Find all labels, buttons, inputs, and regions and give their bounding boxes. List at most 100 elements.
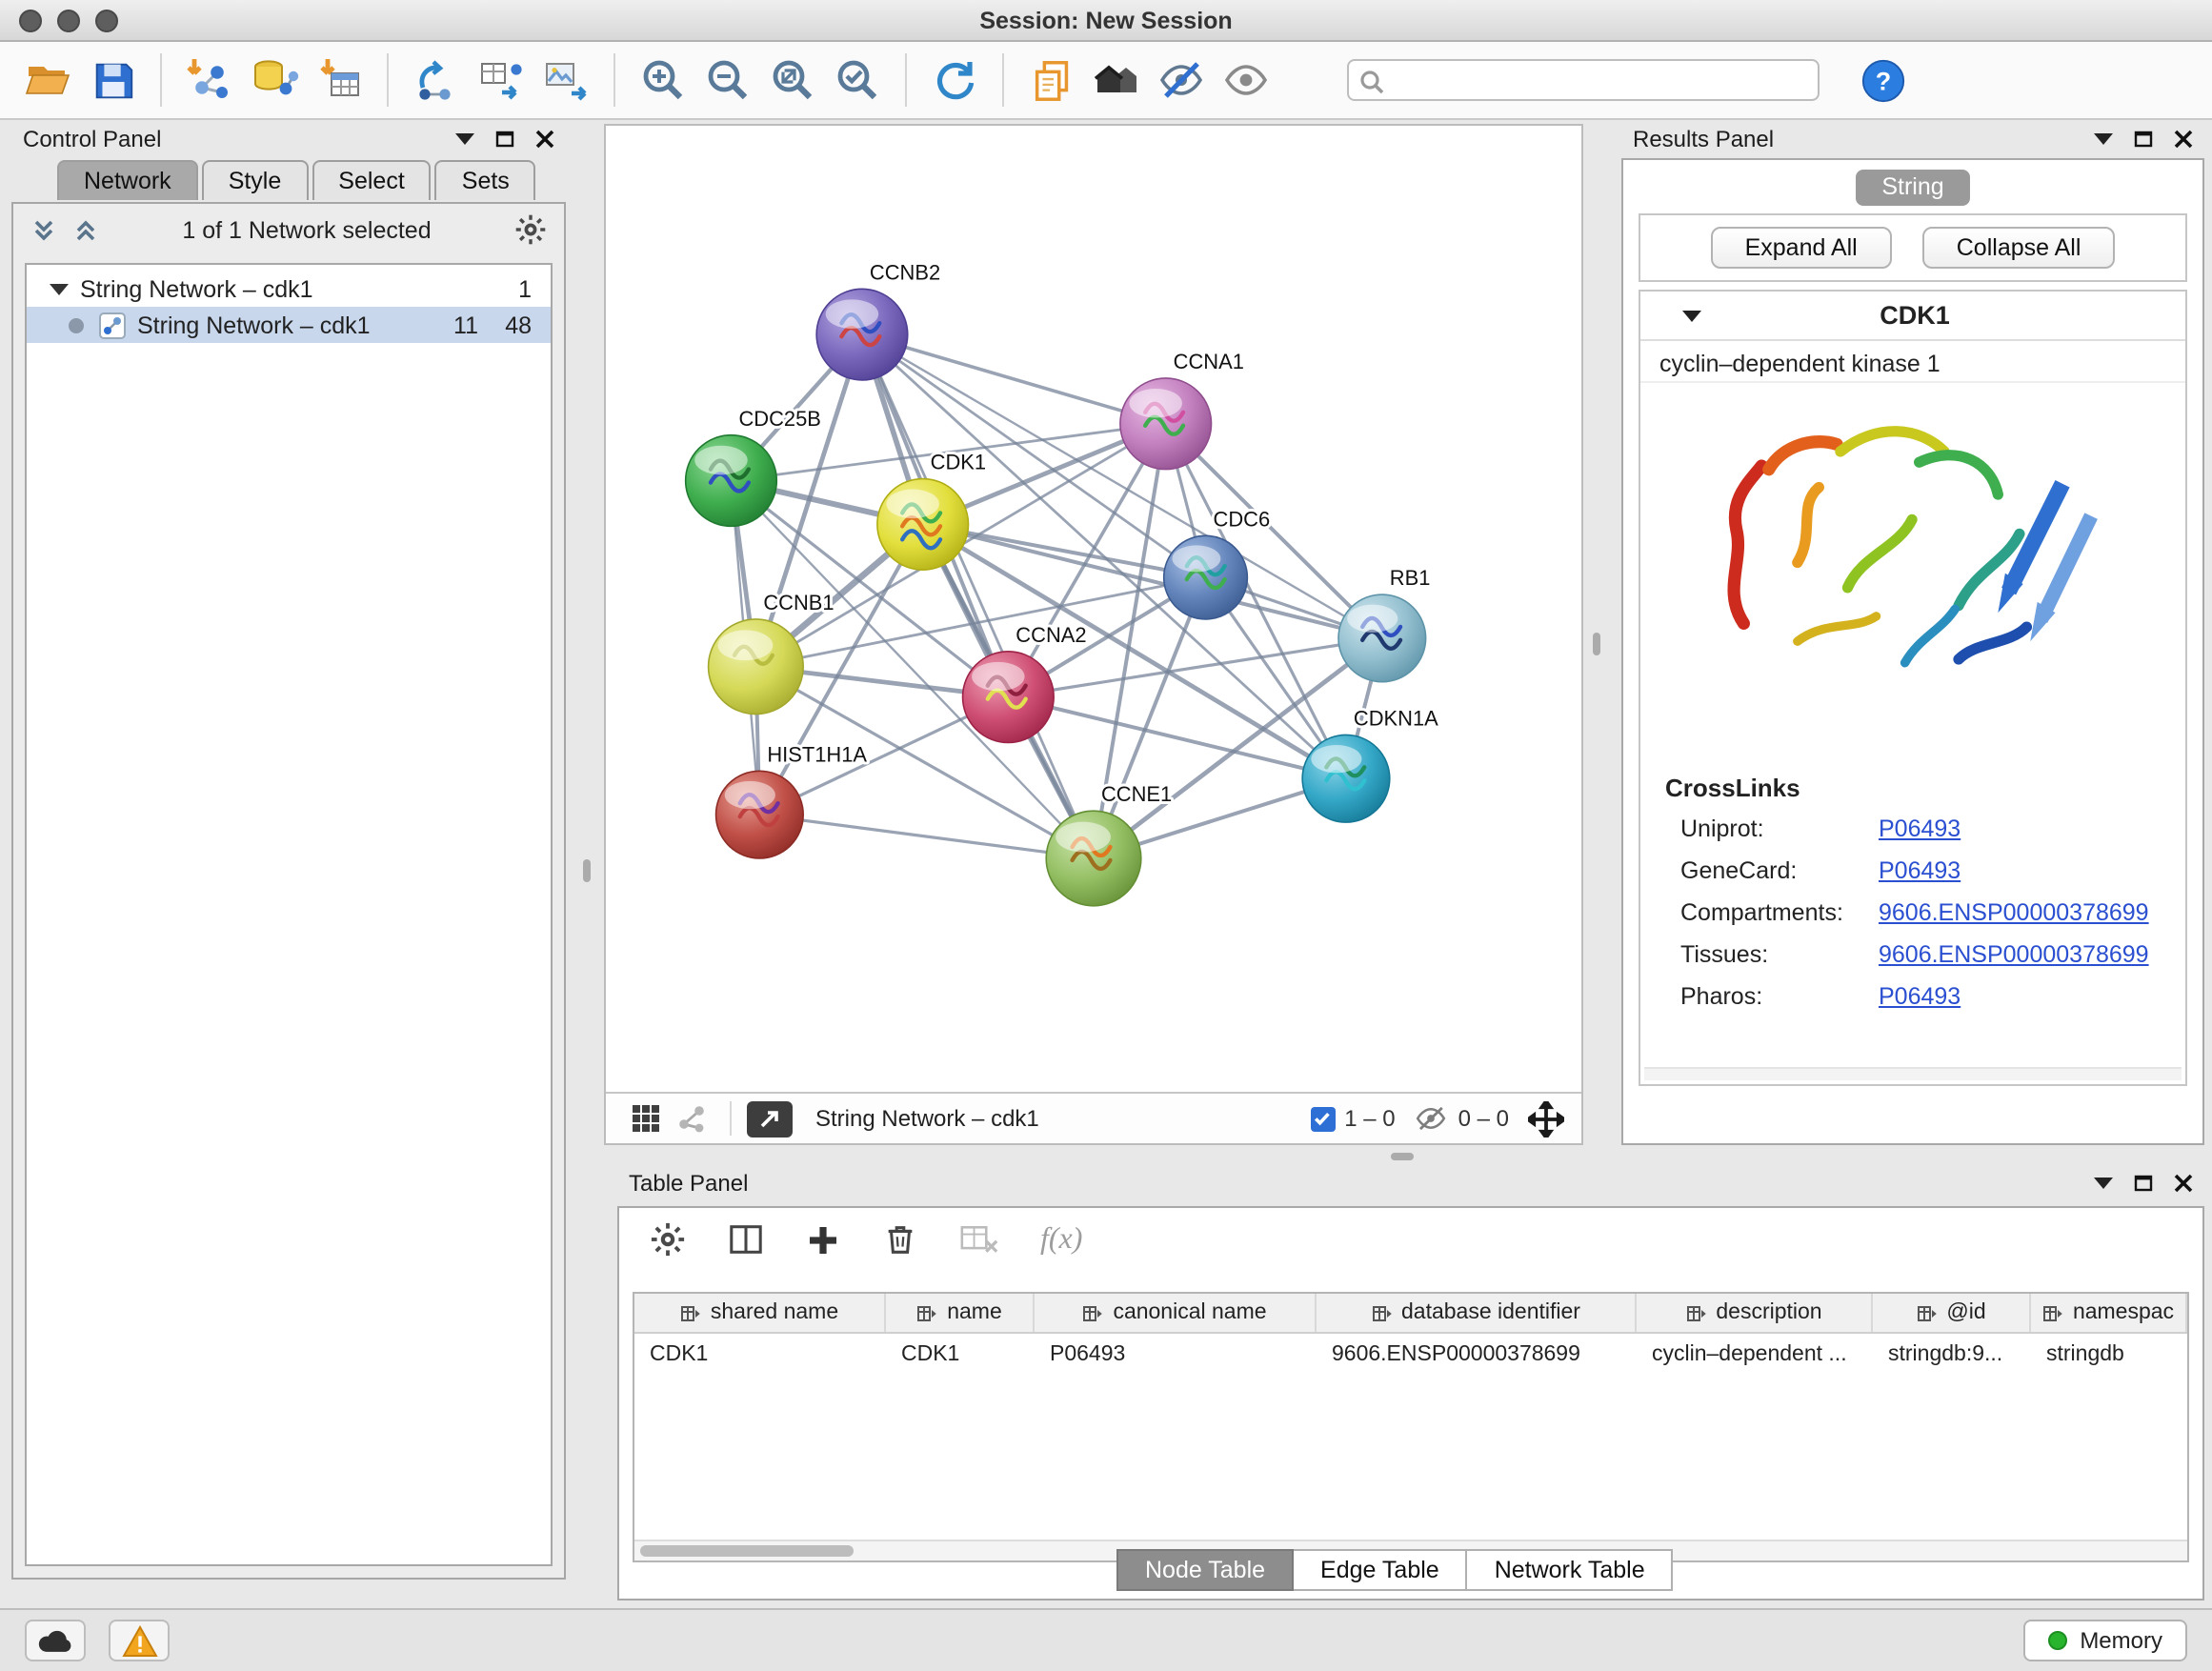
folder-open-icon [23,55,72,105]
show-graphics-details-button[interactable] [1214,48,1278,112]
column-header--id[interactable]: @id [1873,1294,2031,1332]
crosslink-value-link[interactable]: P06493 [1879,857,1961,884]
panel-menu-icon[interactable] [455,133,474,145]
results-panel-header: Results Panel [1621,124,2204,154]
search-input[interactable] [1391,63,1810,97]
clone-network-button[interactable] [469,48,533,112]
float-panel-icon[interactable] [495,130,514,149]
column-header-database-identifier[interactable]: database identifier [1317,1294,1637,1332]
svg-text:?: ? [1875,67,1890,95]
panel-menu-icon[interactable] [2094,133,2113,145]
crosslink-label: Uniprot: [1680,815,1879,842]
export-image-button[interactable] [533,48,598,112]
network-node-hist1h1a[interactable]: HIST1H1A [716,742,868,858]
tab-style[interactable]: Style [202,160,309,200]
houses-icon [1092,55,1141,105]
network-node-ccna1[interactable]: CCNA1 [1120,350,1244,470]
splitter-handle[interactable] [1593,633,1600,655]
panel-menu-icon[interactable] [2094,1178,2113,1189]
network-node-cdkn1a[interactable]: CDKN1A [1302,707,1438,823]
new-network-from-selection-button[interactable] [404,48,469,112]
import-network-from-database-button[interactable] [242,48,307,112]
zoom-selected-button[interactable] [825,48,890,112]
crosslink-value-link[interactable]: 9606.ENSP00000378699 [1879,899,2149,926]
splitter-handle[interactable] [583,859,591,882]
tab-sets[interactable]: Sets [435,160,536,200]
selected-checkbox-icon[interactable] [1310,1106,1335,1131]
network-node-rb1[interactable]: RB1 [1338,566,1430,682]
collapse-all-icon[interactable] [30,216,57,243]
column-header-namespac[interactable]: namespac [2031,1294,2187,1332]
float-panel-icon[interactable] [2134,1174,2153,1193]
gear-icon[interactable] [650,1221,686,1258]
protein-name: CDK1 [1701,301,2128,330]
column-header-canonical-name[interactable]: canonical name [1035,1294,1317,1332]
protein-card-header[interactable]: CDK1 [1640,292,2185,341]
refresh-button[interactable] [922,48,987,112]
gear-icon[interactable] [514,213,547,246]
network-collection-row[interactable]: String Network – cdk1 1 [27,271,551,307]
detach-view-button[interactable] [669,1096,714,1141]
column-header-shared-name[interactable]: shared name [634,1294,886,1332]
collapse-section-icon[interactable] [1682,310,1701,321]
expand-all-button[interactable]: Expand All [1711,227,1892,269]
copy-document-button[interactable] [1019,48,1084,112]
card-scrollbar[interactable] [1644,1067,2182,1080]
network-arrow-icon [412,55,461,105]
network-canvas[interactable]: CCNB2CCNA1CDC25BCDK1CDC6RB1CCNB1CCNA2CDK… [606,126,1581,1092]
column-header-description[interactable]: description [1637,1294,1873,1332]
grid-view-button[interactable] [623,1096,669,1141]
navigator-toggle-button[interactable] [747,1100,793,1137]
zoom-fit-button[interactable] [760,48,825,112]
string-network-icon [99,312,126,338]
network-row-selected[interactable]: String Network – cdk1 11 48 [27,307,551,343]
cloud-button[interactable] [25,1620,86,1661]
pan-crosshair-icon[interactable] [1528,1100,1564,1137]
zoom-out-icon [703,55,753,105]
control-panel-tabs: NetworkStyleSelectSets [11,160,566,200]
tree-expand-icon[interactable] [50,283,69,294]
tab-node-table[interactable]: Node Table [1116,1549,1294,1591]
float-panel-icon[interactable] [2134,130,2153,149]
scrollbar-thumb[interactable] [640,1545,854,1557]
crosslink-value-link[interactable]: 9606.ENSP00000378699 [1879,941,2149,968]
save-session-button[interactable] [80,48,145,112]
collapse-all-button[interactable]: Collapse All [1922,227,2116,269]
import-network-from-file-button[interactable] [177,48,242,112]
warnings-button[interactable] [109,1620,170,1661]
show-columns-icon[interactable] [728,1221,764,1258]
close-panel-icon[interactable] [2174,130,2193,149]
hide-graphics-details-button[interactable] [1149,48,1214,112]
network-node-ccnb2[interactable]: CCNB2 [816,260,940,380]
zoom-out-button[interactable] [695,48,760,112]
help-button[interactable]: ? [1850,48,1915,112]
window-title: Session: New Session [0,8,2212,34]
table-panel: Table Panel f(x) shared namenamec [617,1168,2204,1601]
delete-table-icon[interactable] [960,1223,998,1256]
function-builder-button[interactable]: f(x) [1040,1222,1082,1257]
memory-button[interactable]: Memory [2022,1620,2187,1661]
tab-string[interactable]: String [1855,170,1970,206]
network-node-cdc25b[interactable]: CDC25B [686,407,821,527]
expand-all-icon[interactable] [72,216,99,243]
close-panel-icon[interactable] [535,130,554,149]
table-row[interactable]: CDK1CDK1P064939606.ENSP00000378699cyclin… [634,1334,2187,1374]
tab-network[interactable]: Network [57,160,198,200]
network-node-ccnb1[interactable]: CCNB1 [709,591,835,715]
open-session-button[interactable] [15,48,80,112]
tab-network-table[interactable]: Network Table [1466,1549,1674,1591]
crosslink-value-link[interactable]: P06493 [1879,983,1961,1010]
delete-column-icon[interactable] [882,1221,918,1258]
svg-text:CCNA1: CCNA1 [1174,350,1244,373]
splitter-handle[interactable] [1391,1153,1414,1160]
add-column-icon[interactable] [806,1222,840,1257]
import-table-from-file-button[interactable] [307,48,372,112]
tab-select[interactable]: Select [312,160,432,200]
tab-edge-table[interactable]: Edge Table [1292,1549,1468,1591]
column-header-name[interactable]: name [886,1294,1035,1332]
home-button[interactable] [1084,48,1149,112]
zoom-in-button[interactable] [631,48,695,112]
crosslink-value-link[interactable]: P06493 [1879,815,1961,842]
close-panel-icon[interactable] [2174,1174,2193,1193]
import-network-icon [185,55,234,105]
